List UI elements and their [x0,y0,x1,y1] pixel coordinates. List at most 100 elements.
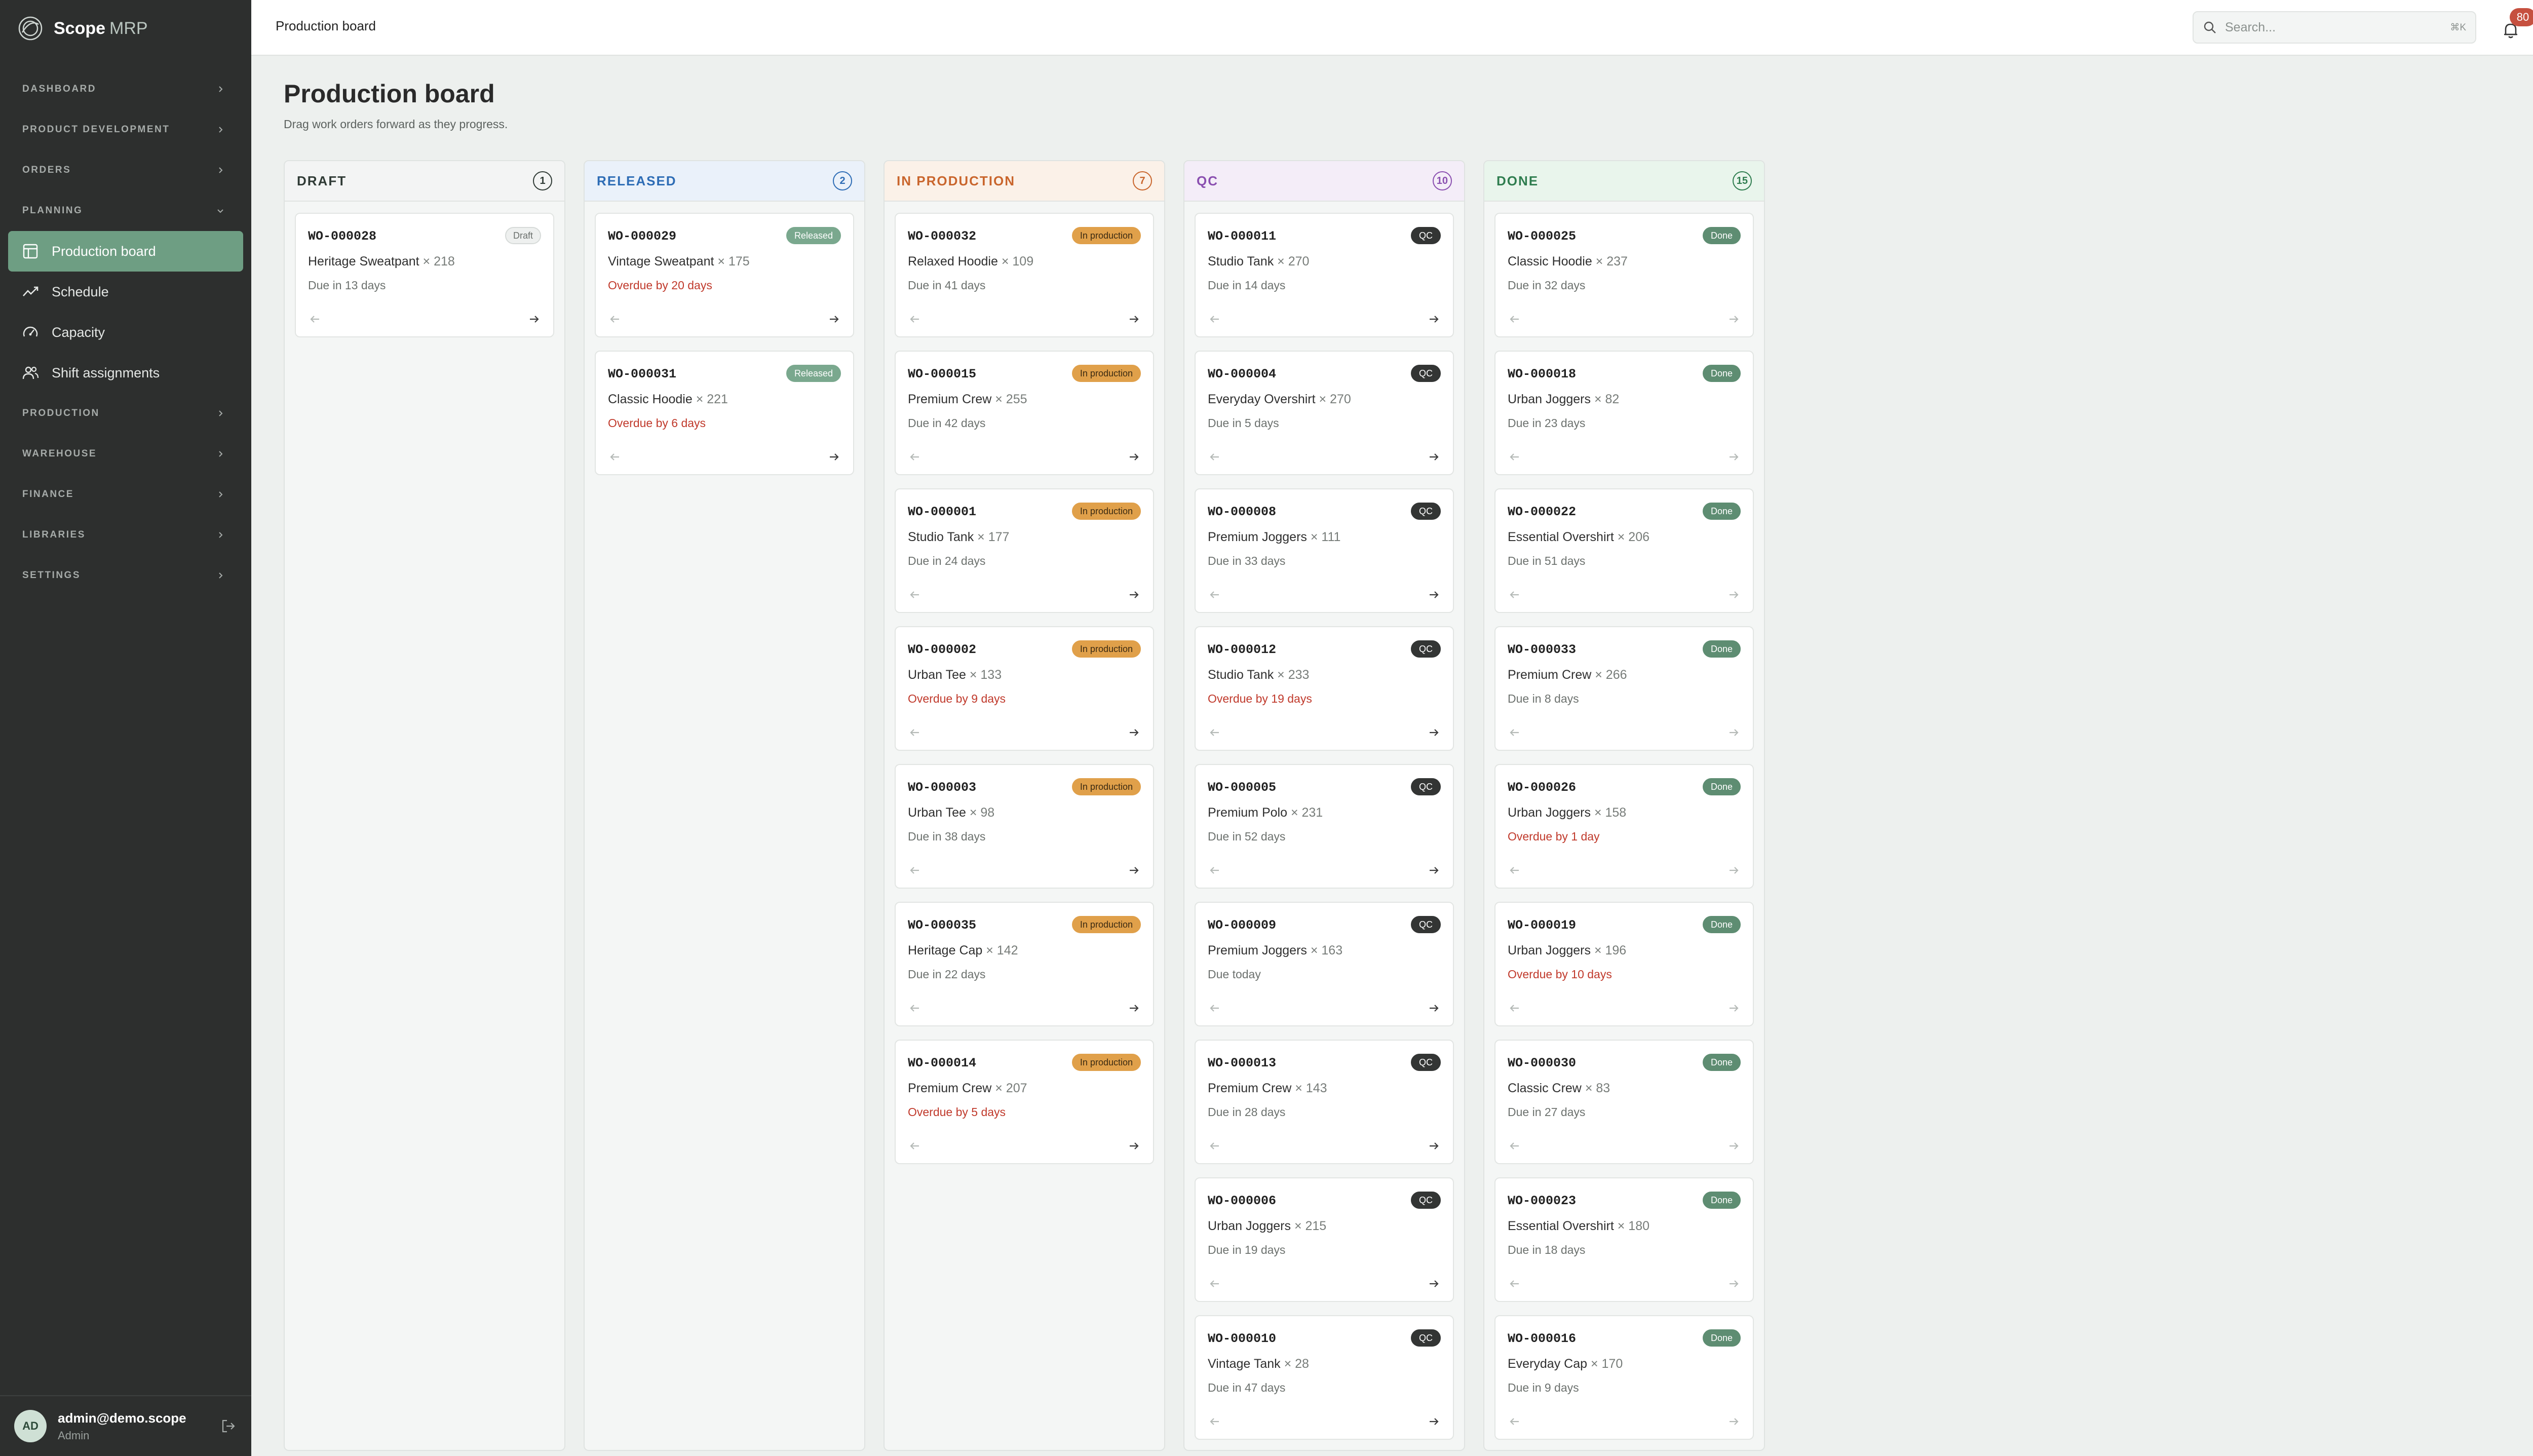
arrow-right-icon[interactable] [1127,1139,1141,1153]
work-order-card[interactable]: WO-000016 Done Everyday Cap × 170 Due in 9 … [1494,1315,1754,1440]
work-order-card[interactable]: WO-000013 QC Premium Crew × 143 Due in 28 d… [1195,1040,1454,1164]
work-order-card[interactable]: WO-000033 Done Premium Crew × 266 Due in 8 … [1494,626,1754,751]
nav-section-orders[interactable]: ORDERS [0,150,251,190]
arrow-right-icon[interactable] [1127,312,1141,326]
arrow-left-icon[interactable] [608,450,622,464]
work-order-card[interactable]: WO-000011 QC Studio Tank × 270 Due in 14 da… [1195,213,1454,337]
work-order-card[interactable]: WO-000004 QC Everyday Overshirt × 270 Due i… [1195,351,1454,475]
sidebar-item-production-board[interactable]: Production board [8,231,243,272]
arrow-left-icon[interactable] [1508,1414,1522,1429]
arrow-right-icon[interactable] [1726,588,1741,602]
sidebar-item-capacity[interactable]: Capacity [8,312,243,353]
sidebar-item-schedule[interactable]: Schedule [8,272,243,312]
logout-icon[interactable] [220,1417,237,1435]
arrow-right-icon[interactable] [1427,1139,1441,1153]
arrow-left-icon[interactable] [1508,1001,1522,1015]
work-order-card[interactable]: WO-000008 QC Premium Joggers × 111 Due in 3… [1195,488,1454,613]
arrow-right-icon[interactable] [1726,1139,1741,1153]
arrow-right-icon[interactable] [1127,1001,1141,1015]
work-order-card[interactable]: WO-000022 Done Essential Overshirt × 206 Du… [1494,488,1754,613]
work-order-card[interactable]: WO-000032 In production Relaxed Hoodie × 1… [895,213,1154,337]
nav-section-dashboard[interactable]: DASHBOARD [0,69,251,109]
arrow-right-icon[interactable] [1726,450,1741,464]
arrow-right-icon[interactable] [1726,725,1741,740]
arrow-right-icon[interactable] [1427,725,1441,740]
search-input[interactable] [2225,20,2450,35]
arrow-right-icon[interactable] [1726,1001,1741,1015]
arrow-left-icon[interactable] [1208,450,1222,464]
search-box[interactable]: ⌘K [2193,11,2476,44]
arrow-left-icon[interactable] [1208,1414,1222,1429]
work-order-card[interactable]: WO-000019 Done Urban Joggers × 196 Overdue … [1494,902,1754,1026]
work-order-card[interactable]: WO-000010 QC Vintage Tank × 28 Due in 47 da… [1195,1315,1454,1440]
arrow-right-icon[interactable] [1427,588,1441,602]
arrow-left-icon[interactable] [1508,588,1522,602]
work-order-card[interactable]: WO-000001 In production Studio Tank × 177 D… [895,488,1154,613]
arrow-right-icon[interactable] [827,450,841,464]
work-order-card[interactable]: WO-000030 Done Classic Crew × 83 Due in 27 … [1494,1040,1754,1164]
arrow-left-icon[interactable] [908,863,922,877]
work-order-card[interactable]: WO-000014 In production Premium Crew × 207… [895,1040,1154,1164]
nav-section-production[interactable]: PRODUCTION [0,393,251,434]
work-order-card[interactable]: WO-000015 In production Premium Crew × 255… [895,351,1154,475]
arrow-left-icon[interactable] [608,312,622,326]
arrow-left-icon[interactable] [1208,312,1222,326]
work-order-card[interactable]: WO-000028 Draft Heritage Sweatpant × 218 Du… [295,213,554,337]
arrow-left-icon[interactable] [308,312,322,326]
sidebar-item-shift-assignments[interactable]: Shift assignments [8,353,243,393]
arrow-right-icon[interactable] [1127,588,1141,602]
work-order-card[interactable]: WO-000006 QC Urban Joggers × 215 Due in 19 … [1195,1177,1454,1302]
arrow-left-icon[interactable] [1508,312,1522,326]
arrow-right-icon[interactable] [527,312,541,326]
notifications-button[interactable]: 80 [2498,8,2533,43]
work-order-card[interactable]: WO-000029 Released Vintage Sweatpant × 175… [595,213,854,337]
arrow-left-icon[interactable] [908,725,922,740]
arrow-left-icon[interactable] [908,450,922,464]
work-order-card[interactable]: WO-000012 QC Studio Tank × 233 Overdue by 1… [1195,626,1454,751]
work-order-card[interactable]: WO-000031 Released Classic Hoodie × 221 Ove… [595,351,854,475]
arrow-right-icon[interactable] [1427,312,1441,326]
arrow-left-icon[interactable] [1508,1277,1522,1291]
arrow-left-icon[interactable] [908,588,922,602]
arrow-left-icon[interactable] [908,1001,922,1015]
nav-section-warehouse[interactable]: WAREHOUSE [0,434,251,474]
arrow-left-icon[interactable] [1208,588,1222,602]
arrow-right-icon[interactable] [1726,863,1741,877]
arrow-left-icon[interactable] [1208,1001,1222,1015]
nav-section-planning[interactable]: PLANNING [0,190,251,231]
arrow-left-icon[interactable] [1508,450,1522,464]
arrow-left-icon[interactable] [1508,863,1522,877]
avatar[interactable]: AD [14,1410,47,1442]
arrow-right-icon[interactable] [1427,1277,1441,1291]
arrow-left-icon[interactable] [1208,863,1222,877]
arrow-left-icon[interactable] [1208,725,1222,740]
arrow-left-icon[interactable] [908,312,922,326]
work-order-card[interactable]: WO-000003 In production Urban Tee × 98 Due … [895,764,1154,889]
work-order-card[interactable]: WO-000026 Done Urban Joggers × 158 Overdue … [1494,764,1754,889]
nav-section-finance[interactable]: FINANCE [0,474,251,515]
work-order-card[interactable]: WO-000005 QC Premium Polo × 231 Due in 52 d… [1195,764,1454,889]
arrow-right-icon[interactable] [1427,1001,1441,1015]
arrow-right-icon[interactable] [1726,1414,1741,1429]
arrow-right-icon[interactable] [827,312,841,326]
arrow-right-icon[interactable] [1427,450,1441,464]
work-order-card[interactable]: WO-000025 Done Classic Hoodie × 237 Due in … [1494,213,1754,337]
arrow-right-icon[interactable] [1427,1414,1441,1429]
arrow-left-icon[interactable] [908,1139,922,1153]
arrow-right-icon[interactable] [1127,450,1141,464]
arrow-left-icon[interactable] [1508,1139,1522,1153]
brand[interactable]: Scope MRP [17,14,148,43]
work-order-card[interactable]: WO-000009 QC Premium Joggers × 163 Due toda… [1195,902,1454,1026]
arrow-right-icon[interactable] [1127,725,1141,740]
nav-section-libraries[interactable]: LIBRARIES [0,515,251,555]
nav-section-product-development[interactable]: PRODUCT DEVELOPMENT [0,109,251,150]
arrow-right-icon[interactable] [1726,1277,1741,1291]
arrow-right-icon[interactable] [1726,312,1741,326]
arrow-right-icon[interactable] [1127,863,1141,877]
nav-section-settings[interactable]: SETTINGS [0,555,251,596]
arrow-left-icon[interactable] [1208,1139,1222,1153]
arrow-left-icon[interactable] [1208,1277,1222,1291]
work-order-card[interactable]: WO-000023 Done Essential Overshirt × 180 Du… [1494,1177,1754,1302]
work-order-card[interactable]: WO-000018 Done Urban Joggers × 82 Due in 23… [1494,351,1754,475]
arrow-left-icon[interactable] [1508,725,1522,740]
